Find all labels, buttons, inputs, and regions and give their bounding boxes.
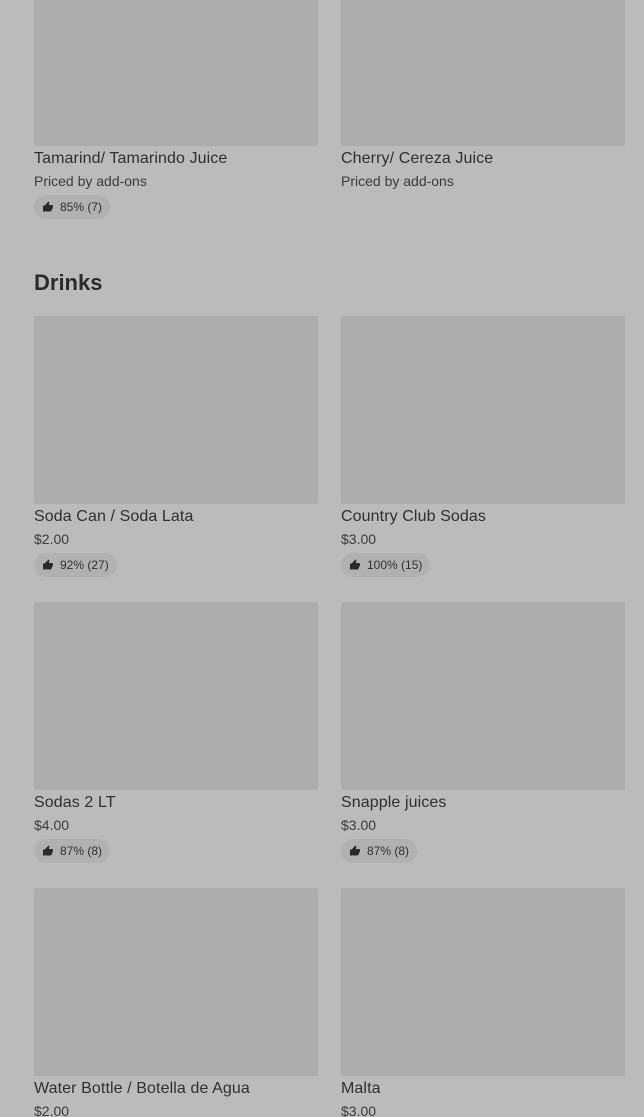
rating-badge: 87% (8) xyxy=(341,839,418,863)
item-image xyxy=(341,0,625,146)
item-price: Priced by add-ons xyxy=(341,173,454,189)
rating-text: 87% (8) xyxy=(367,844,410,858)
item-image xyxy=(34,316,318,504)
item-price: $3.00 xyxy=(341,1103,377,1117)
rating-text: 100% (15) xyxy=(367,558,423,572)
item-name: Country Club Sodas xyxy=(341,508,486,525)
item-price: $2.00 xyxy=(34,1103,70,1117)
item-image xyxy=(341,316,625,504)
rating-text: 87% (8) xyxy=(60,844,103,858)
rating-badge: 85% (7) xyxy=(34,195,111,219)
rating-badge: 87% (8) xyxy=(34,839,111,863)
item-name: Cherry/ Cereza Juice xyxy=(341,150,494,167)
rating-text: 85% (7) xyxy=(60,200,103,214)
item-name: Malta xyxy=(341,1080,381,1097)
section-title: Drinks xyxy=(34,270,103,295)
rating-badge: 100% (15) xyxy=(341,553,431,577)
item-name: Water Bottle / Botella de Agua xyxy=(34,1080,250,1097)
menu-item-card[interactable]: Malta $3.00 xyxy=(341,888,625,1117)
item-name: Soda Can / Soda Lata xyxy=(34,508,194,525)
menu-item-card[interactable]: Sodas 2 LT $4.00 87% (8) xyxy=(34,602,318,863)
rating-badge: 92% (27) xyxy=(34,553,117,577)
item-price: $3.00 xyxy=(341,531,377,547)
menu-item-card[interactable]: Tamarind/ Tamarindo Juice Priced by add-… xyxy=(34,0,318,219)
menu-item-card[interactable]: Water Bottle / Botella de Agua $2.00 xyxy=(34,888,318,1117)
menu-page: Tamarind/ Tamarindo Juice Priced by add-… xyxy=(0,0,644,1117)
menu-item-card[interactable]: Snapple juices $3.00 87% (8) xyxy=(341,602,625,863)
item-image xyxy=(341,888,625,1076)
item-price: $2.00 xyxy=(34,531,70,547)
menu-item-card[interactable]: Soda Can / Soda Lata $2.00 92% (27) xyxy=(34,316,318,577)
thumbs-up-icon xyxy=(43,201,53,212)
menu-item-card[interactable]: Cherry/ Cereza Juice Priced by add-ons xyxy=(341,0,625,190)
item-image xyxy=(34,0,318,146)
thumbs-up-icon xyxy=(350,559,360,570)
item-image xyxy=(34,602,318,790)
thumbs-up-icon xyxy=(43,845,53,856)
item-price: Priced by add-ons xyxy=(34,173,147,189)
item-price: $3.00 xyxy=(341,817,377,833)
item-name: Sodas 2 LT xyxy=(34,794,116,811)
item-name: Tamarind/ Tamarindo Juice xyxy=(34,150,228,167)
item-price: $4.00 xyxy=(34,817,70,833)
item-image xyxy=(34,888,318,1076)
item-name: Snapple juices xyxy=(341,794,447,811)
item-image xyxy=(341,602,625,790)
thumbs-up-icon xyxy=(350,845,360,856)
rating-text: 92% (27) xyxy=(60,558,109,572)
thumbs-up-icon xyxy=(43,559,53,570)
menu-item-card[interactable]: Country Club Sodas $3.00 100% (15) xyxy=(341,316,625,577)
